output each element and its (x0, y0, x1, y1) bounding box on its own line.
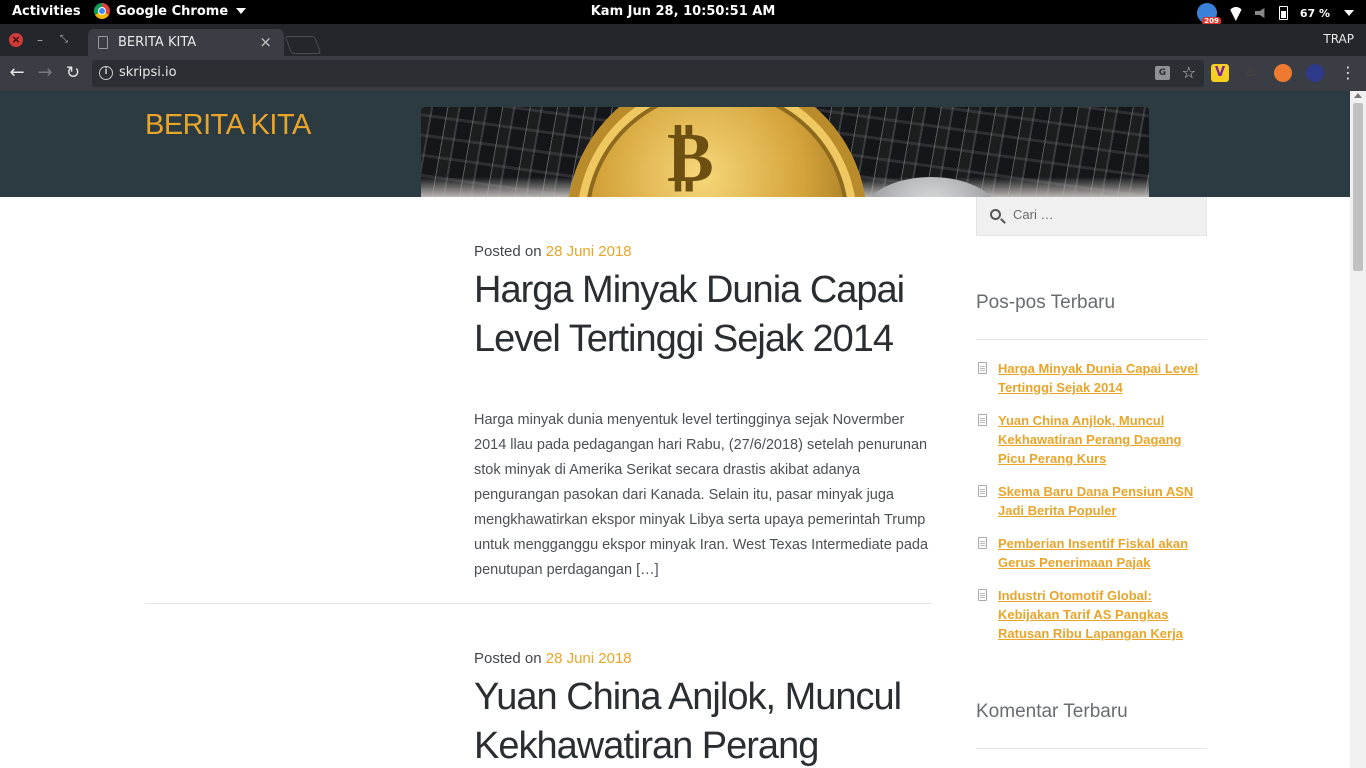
window-minimize-button[interactable]: – (34, 34, 46, 46)
widget-divider (976, 339, 1207, 340)
posted-on-label: Posted on (474, 243, 542, 260)
app-name: Google Chrome (116, 3, 229, 19)
battery-icon (1278, 6, 1288, 20)
battery-level: 67 % (1299, 6, 1330, 20)
bitcoin-symbol-icon: ₿ (667, 115, 714, 197)
browser-toolbar: ← → ↻ i skripsi.io G ☆ V ♨ ⋮ (0, 56, 1366, 91)
document-icon (978, 414, 987, 426)
address-bar[interactable]: i skripsi.io G ☆ (92, 60, 1204, 87)
extension-grey-icon[interactable]: ♨ (1242, 64, 1260, 82)
notification-icon[interactable]: 209 (1196, 3, 1221, 25)
recent-post-link[interactable]: Skema Baru Dana Pensiun ASN Jadi Berita … (998, 484, 1193, 518)
bookmark-star-icon[interactable]: ☆ (1182, 63, 1196, 82)
scroll-up-arrow-icon[interactable] (1354, 93, 1362, 98)
recent-post-item: Industri Otomotif Global: Kebijakan Tari… (976, 586, 1211, 643)
recent-post-item: Skema Baru Dana Pensiun ASN Jadi Berita … (976, 482, 1211, 520)
post-title[interactable]: Yuan China Anjlok, Muncul Kekhawatiran P… (474, 673, 944, 768)
post-meta: Posted on 28 Juni 2018 (474, 243, 934, 260)
recent-post-link[interactable]: Industri Otomotif Global: Kebijakan Tari… (998, 588, 1183, 641)
dropdown-arrow-icon (236, 8, 247, 14)
document-icon (978, 362, 987, 374)
site-header: BERITA KITA ₿ (0, 91, 1350, 197)
posted-on-label: Posted on (474, 650, 542, 667)
url-text[interactable]: skripsi.io (119, 65, 177, 80)
tab-berita-kita[interactable]: BERITA KITA × (88, 29, 284, 56)
page-icon (98, 36, 108, 49)
tab-title: BERITA KITA (118, 35, 197, 50)
page-scrollbar[interactable] (1350, 91, 1366, 768)
recent-posts-title: Pos-pos Terbaru (976, 292, 1116, 313)
widget-divider (976, 748, 1207, 749)
app-menu[interactable]: Google Chrome (94, 3, 247, 19)
post-excerpt: Harga minyak dunia menyentuk level terti… (474, 412, 929, 578)
volume-muted-icon (1254, 8, 1265, 18)
tab-strip: × – ⤡ BERITA KITA × TRAP (0, 24, 1366, 56)
window-maximize-button[interactable]: ⤡ (58, 34, 70, 46)
tab-close-icon[interactable]: × (259, 33, 272, 51)
search-form (976, 197, 1207, 236)
forward-button[interactable]: → (34, 62, 56, 84)
chrome-menu-icon[interactable]: ⋮ (1340, 64, 1356, 82)
info-icon[interactable]: i (99, 66, 113, 80)
window-close-button[interactable]: × (9, 33, 23, 47)
document-icon (978, 589, 987, 601)
new-tab-button[interactable] (284, 36, 322, 54)
reload-button[interactable]: ↻ (62, 62, 84, 84)
post-entry: Posted on 28 Juni 2018 Yuan China Anjlok… (474, 650, 934, 768)
recent-post-item: Pemberian Insentif Fiskal akan Gerus Pen… (976, 534, 1211, 572)
chrome-icon (94, 3, 110, 19)
recent-post-link[interactable]: Pemberian Insentif Fiskal akan Gerus Pen… (998, 536, 1188, 570)
post-title[interactable]: Harga Minyak Dunia Capai Level Tertinggi… (474, 266, 934, 364)
system-top-bar: Activities Google Chrome Kam Jun 28, 10:… (0, 0, 1366, 25)
recent-post-item: Yuan China Anjlok, Muncul Kekhawatiran P… (976, 411, 1211, 468)
extension-blue-icon[interactable] (1306, 64, 1324, 82)
wifi-icon (1229, 7, 1243, 19)
profile-button[interactable]: TRAP (1323, 32, 1354, 46)
search-input[interactable] (1013, 207, 1193, 222)
header-image-bitcoin: ₿ (421, 107, 1149, 197)
extension-orange-icon[interactable] (1274, 64, 1292, 82)
page-viewport: BERITA KITA ₿ Posted on 28 Juni 2018 Har… (0, 91, 1350, 768)
bitcoin-coin-graphic: ₿ (567, 107, 867, 197)
post-entry: Posted on 28 Juni 2018 Harga Minyak Duni… (474, 243, 934, 583)
post-date-link[interactable]: 28 Juni 2018 (546, 243, 632, 260)
activities-button[interactable]: Activities (12, 4, 81, 19)
system-menu-arrow-icon (1344, 10, 1354, 16)
post-date-link[interactable]: 28 Juni 2018 (546, 650, 632, 667)
translate-icon[interactable]: G (1155, 66, 1170, 80)
scrollbar-thumb[interactable] (1353, 103, 1363, 271)
extension-v-icon[interactable]: V (1211, 64, 1229, 82)
site-title[interactable]: BERITA KITA (145, 109, 311, 142)
recent-posts-list: Harga Minyak Dunia Capai Level Tertinggi… (976, 359, 1211, 657)
post-meta: Posted on 28 Juni 2018 (474, 650, 934, 667)
recent-comments-title: Komentar Terbaru (976, 701, 1128, 722)
search-icon (990, 209, 1001, 220)
recent-post-item: Harga Minyak Dunia Capai Level Tertinggi… (976, 359, 1211, 397)
post-divider (145, 603, 931, 604)
recent-post-link[interactable]: Yuan China Anjlok, Muncul Kekhawatiran P… (998, 413, 1182, 466)
recent-post-link[interactable]: Harga Minyak Dunia Capai Level Tertinggi… (998, 361, 1198, 395)
system-tray[interactable]: 209 67 % (1196, 3, 1354, 25)
back-button[interactable]: ← (6, 62, 28, 84)
document-icon (978, 537, 987, 549)
document-icon (978, 485, 987, 497)
